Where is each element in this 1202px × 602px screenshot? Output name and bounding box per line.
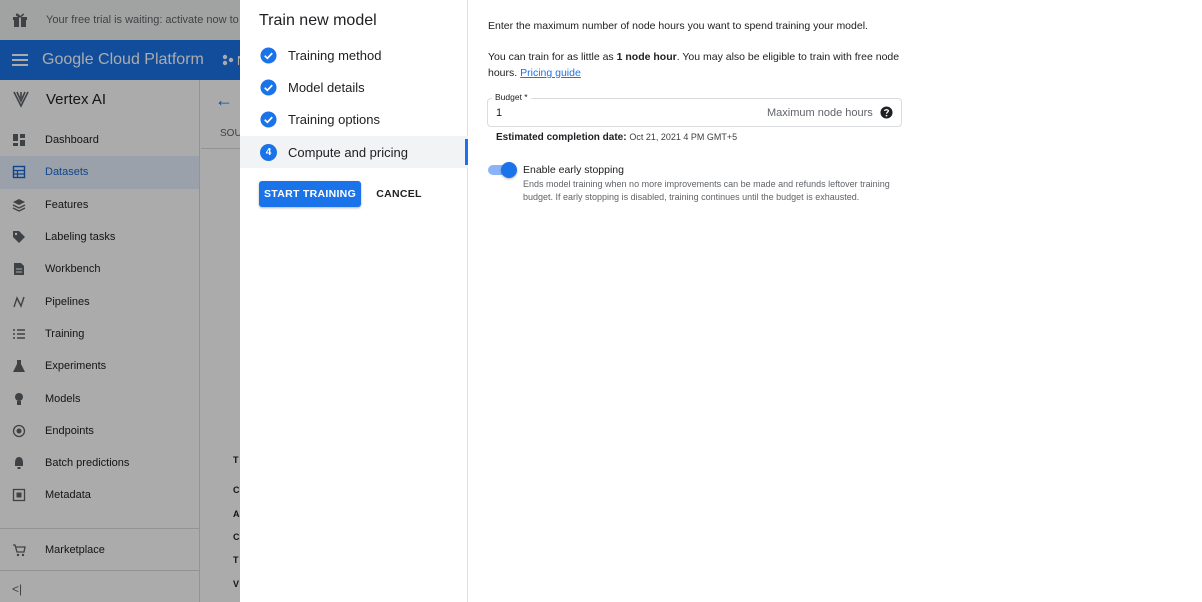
estimated-completion-value: Oct 21, 2021 4 PM GMT+5 [629,132,738,142]
stepper-panel: Train new model Training method Model de… [240,0,468,602]
step-compute-and-pricing[interactable]: 4 Compute and pricing [240,136,468,168]
budget-field-value[interactable]: 1 [496,107,502,119]
early-stopping-toggle[interactable] [488,162,518,178]
step-label: Model details [288,79,365,95]
min-text-part: You can train for as little as [488,51,617,63]
dialog-title: Train new model [259,12,377,29]
compute-pricing-panel: Enter the maximum number of node hours y… [468,0,1202,602]
cancel-button[interactable]: CANCEL [370,181,428,207]
estimated-completion-label: Estimated completion date: [496,132,627,143]
step-training-options[interactable]: Training options [240,103,468,135]
min-text-bold: 1 node hour [616,51,677,63]
check-circle-icon [260,46,277,64]
estimated-completion: Estimated completion date: Oct 21, 2021 … [496,132,737,143]
train-model-dialog: Train new model Training method Model de… [240,0,1202,602]
step-training-method[interactable]: Training method [240,39,468,71]
step-number-badge: 4 [260,143,277,161]
start-training-button[interactable]: START TRAINING [259,181,361,207]
budget-field-label: Budget * [492,92,531,102]
check-circle-icon [260,78,277,96]
early-stopping-title: Enable early stopping [523,164,624,176]
step-label: Training options [288,111,381,127]
early-stopping-description: Ends model training when no more improve… [523,179,890,202]
budget-intro-text: Enter the maximum number of node hours y… [488,20,868,32]
pricing-guide-link[interactable]: Pricing guide [520,67,581,79]
budget-field-suffix: Maximum node hours [767,107,873,119]
step-label: Training method [288,47,382,63]
help-icon[interactable] [880,106,893,119]
toggle-knob [501,162,517,178]
step-model-details[interactable]: Model details [240,71,468,103]
step-label: Compute and pricing [288,144,408,160]
check-circle-icon [260,110,277,128]
min-training-text: You can train for as little as 1 node ho… [488,49,908,81]
